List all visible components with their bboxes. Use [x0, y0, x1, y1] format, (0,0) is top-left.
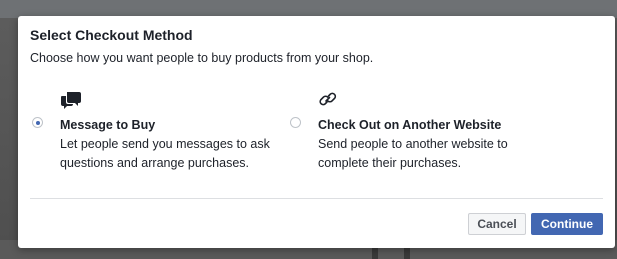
radio-message-to-buy[interactable]	[32, 117, 43, 128]
option-description: Send people to another website to comple…	[318, 137, 508, 170]
option-label: Message to Buy	[60, 118, 156, 132]
link-icon	[318, 90, 340, 110]
option-description: Let people send you messages to ask ques…	[60, 137, 270, 170]
continue-button[interactable]: Continue	[531, 213, 603, 235]
checkout-method-dialog: Select Checkout Method Choose how you wa…	[18, 16, 615, 248]
option-label: Check Out on Another Website	[318, 118, 502, 132]
dialog-title: Select Checkout Method	[30, 27, 193, 43]
radio-check-out-website[interactable]	[290, 117, 301, 128]
chat-bubbles-icon	[60, 90, 82, 110]
cancel-button[interactable]: Cancel	[468, 213, 526, 235]
divider	[30, 198, 603, 199]
dialog-subtitle: Choose how you want people to buy produc…	[30, 51, 374, 65]
